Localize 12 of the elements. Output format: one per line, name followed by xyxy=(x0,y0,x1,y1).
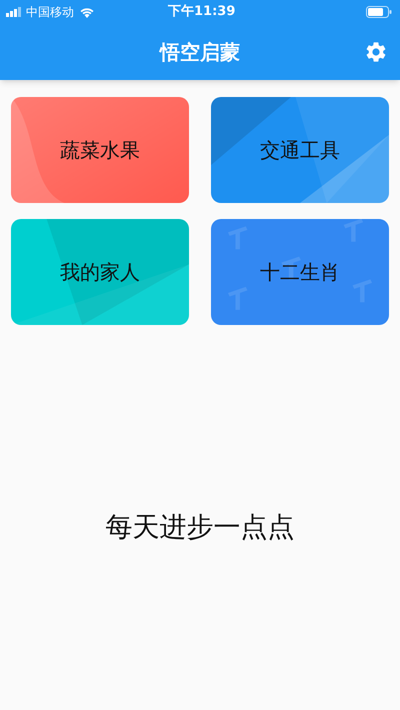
carrier-name: 中国移动 xyxy=(26,4,74,21)
category-card[interactable]: 十二生肖 xyxy=(211,219,389,325)
wifi-icon xyxy=(80,6,94,18)
settings-icon[interactable] xyxy=(364,40,388,64)
battery-icon xyxy=(366,6,392,18)
category-card[interactable]: 蔬菜水果 xyxy=(11,97,189,203)
status-time: 下午11:39 xyxy=(168,3,236,22)
signal-icon xyxy=(6,7,22,17)
motto-text: 每天进步一点点 xyxy=(106,511,294,545)
app-title: 悟空启蒙 xyxy=(160,39,240,66)
category-card[interactable]: 交通工具 xyxy=(211,97,389,203)
category-card[interactable]: 我的家人 xyxy=(11,219,189,325)
